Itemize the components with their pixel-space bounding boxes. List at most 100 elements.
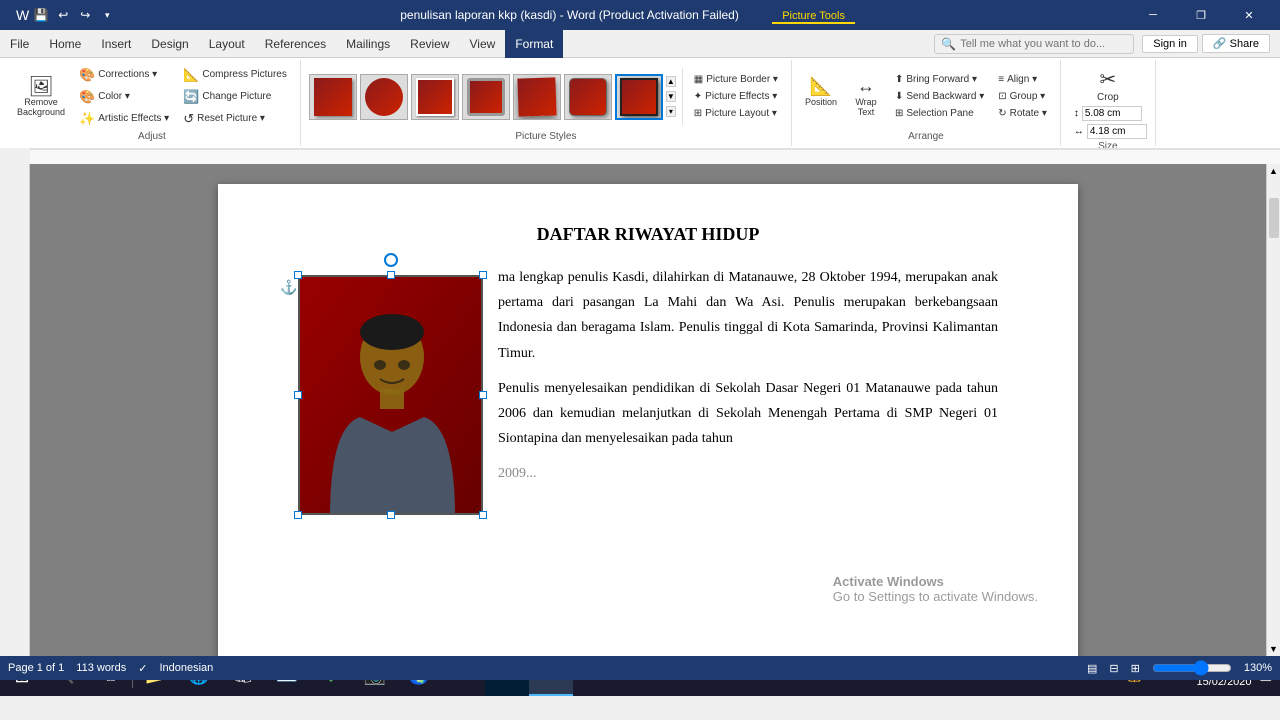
- search-icon: 🔍: [941, 37, 956, 51]
- send-backward-btn[interactable]: ⬇ Send Backward ▾: [890, 89, 989, 104]
- tab-review[interactable]: Review: [400, 30, 459, 58]
- status-bar: Page 1 of 1 113 words ✓ Indonesian ▤ ⊟ ⊞…: [0, 656, 1280, 680]
- document-page: DAFTAR RIWAYAT HIDUP ⚓ ≡: [218, 184, 1078, 656]
- picture-layout-btn[interactable]: ⊞ Picture Layout ▾: [689, 106, 783, 121]
- corrections-btn[interactable]: 🎨 Corrections ▾: [74, 65, 174, 85]
- pic-effects-icon: ✦: [694, 91, 702, 102]
- zoom-slider[interactable]: [1152, 660, 1232, 676]
- style-thumb-3[interactable]: [411, 74, 459, 120]
- crop-btn[interactable]: ✂ Crop: [1085, 64, 1130, 106]
- color-btn[interactable]: 🎨 Color ▾: [74, 87, 174, 107]
- search-input[interactable]: [960, 38, 1127, 50]
- adjust-buttons: 🖼 Remove Background 🎨 Corrections ▾ 🎨 Co…: [12, 64, 292, 129]
- search-bar[interactable]: 🔍: [934, 34, 1134, 54]
- ribbon-content: 🖼 Remove Background 🎨 Corrections ▾ 🎨 Co…: [0, 58, 1280, 148]
- arrange-label: Arrange: [908, 129, 944, 142]
- anchor-icon: ⚓: [280, 279, 297, 296]
- undo-btn[interactable]: ↩: [53, 5, 73, 25]
- handle-top-right[interactable]: [479, 271, 487, 279]
- reset-icon: ↺: [183, 111, 194, 127]
- crop-icon: ✂: [1099, 67, 1116, 92]
- document-area[interactable]: DAFTAR RIWAYAT HIDUP ⚓ ≡: [30, 164, 1266, 656]
- scroll-up-btn[interactable]: ▲: [1267, 164, 1280, 178]
- handle-mid-left[interactable]: [294, 391, 302, 399]
- reset-picture-btn[interactable]: ↺ Reset Picture ▾: [178, 109, 292, 129]
- handle-mid-right[interactable]: [479, 391, 487, 399]
- style-thumb-7[interactable]: [615, 74, 663, 120]
- group-btn[interactable]: ⊡ Group ▾: [993, 89, 1052, 104]
- title-bar: W 💾 ↩ ↪ ▾ penulisan laporan kkp (kasdi) …: [0, 0, 1280, 30]
- wrap-icon: ↔: [857, 76, 875, 97]
- style-down-btn[interactable]: ▼: [666, 91, 676, 102]
- scroll-thumb[interactable]: [1269, 198, 1279, 238]
- wrap-text-btn[interactable]: ↔ Wrap Text: [846, 73, 886, 120]
- width-icon: ↔: [1074, 126, 1084, 137]
- adjust-col-right2: 📐 Compress Pictures 🔄 Change Picture ↺ R…: [178, 65, 292, 129]
- tab-mailings[interactable]: Mailings: [336, 30, 400, 58]
- picture-effects-btn[interactable]: ✦ Picture Effects ▾: [689, 89, 783, 104]
- arrange-inner: 📐 Position ↔ Wrap Text ⬆ Bring Forward ▾…: [800, 64, 1052, 129]
- compress-btn[interactable]: 📐 Compress Pictures: [178, 65, 292, 85]
- style-thumb-6[interactable]: [564, 74, 612, 120]
- artistic-icon: ✨: [79, 111, 95, 127]
- height-icon: ↕: [1074, 108, 1079, 119]
- tab-view[interactable]: View: [460, 30, 506, 58]
- share-btn[interactable]: 🔗 Share: [1202, 34, 1270, 53]
- ribbon-group-crop: ✂ Crop ↕ ↔ Size: [1061, 60, 1156, 146]
- artistic-effects-btn[interactable]: ✨ Artistic Effects ▾: [74, 109, 174, 129]
- picture-styles-inner: ▲ ▼ ▾ ▦ Picture Border ▾ ✦ Picture Effec…: [309, 64, 783, 129]
- style-more-btn[interactable]: ▾: [666, 106, 676, 117]
- activate-line1: Activate Windows: [833, 574, 1038, 589]
- sign-in-btn[interactable]: Sign in: [1142, 35, 1198, 53]
- title-bar-left: W 💾 ↩ ↪ ▾: [8, 5, 125, 25]
- arrange-large-btns: 📐 Position ↔ Wrap Text: [800, 73, 886, 120]
- scroll-down-btn[interactable]: ▼: [1267, 642, 1280, 656]
- height-input[interactable]: [1082, 106, 1142, 121]
- style-thumb-1[interactable]: [309, 74, 357, 120]
- align-btn[interactable]: ≡ Align ▾: [993, 72, 1052, 87]
- view-read-btn[interactable]: ⊞: [1131, 662, 1140, 675]
- align-icon: ≡: [998, 74, 1004, 85]
- remove-background-btn[interactable]: 🖼 Remove Background: [12, 74, 70, 120]
- bring-forward-btn[interactable]: ⬆ Bring Forward ▾: [890, 72, 989, 87]
- restore-btn[interactable]: ❐: [1178, 0, 1224, 30]
- tab-design[interactable]: Design: [141, 30, 198, 58]
- style-thumb-2[interactable]: [360, 74, 408, 120]
- change-picture-btn[interactable]: 🔄 Change Picture: [178, 87, 292, 107]
- handle-top-left[interactable]: [294, 271, 302, 279]
- minimize-btn[interactable]: ─: [1130, 0, 1176, 30]
- picture-tools-indicator: Picture Tools: [772, 10, 855, 24]
- document-title: DAFTAR RIWAYAT HIDUP: [298, 224, 998, 245]
- tab-layout[interactable]: Layout: [199, 30, 255, 58]
- view-print-btn[interactable]: ▤: [1087, 662, 1097, 675]
- close-btn[interactable]: ✕: [1226, 0, 1272, 30]
- image-container[interactable]: ⚓ ≡: [298, 275, 483, 515]
- rotate-btn[interactable]: ↻ Rotate ▾: [993, 106, 1052, 121]
- handle-top-mid[interactable]: [387, 271, 395, 279]
- tab-references[interactable]: References: [255, 30, 336, 58]
- rotate-handle[interactable]: [384, 253, 398, 267]
- position-btn[interactable]: 📐 Position: [800, 73, 842, 120]
- ribbon-group-adjust: 🖼 Remove Background 🎨 Corrections ▾ 🎨 Co…: [4, 60, 301, 146]
- selection-pane-btn[interactable]: ⊞ Selection Pane: [890, 106, 989, 121]
- style-thumb-5[interactable]: [513, 74, 561, 120]
- view-web-btn[interactable]: ⊟: [1109, 662, 1118, 675]
- vertical-scrollbar[interactable]: ▲ ▼: [1266, 164, 1280, 656]
- tab-insert[interactable]: Insert: [91, 30, 141, 58]
- redo-btn[interactable]: ↪: [75, 5, 95, 25]
- style-up-btn[interactable]: ▲: [666, 76, 676, 87]
- handle-bot-left[interactable]: [294, 511, 302, 519]
- picture-border-btn[interactable]: ▦ Picture Border ▾: [689, 72, 783, 87]
- photo-image[interactable]: [298, 275, 483, 515]
- customize-btn[interactable]: ▾: [97, 5, 117, 25]
- quick-access-toolbar: W 💾 ↩ ↪ ▾: [8, 5, 125, 25]
- width-input[interactable]: [1087, 124, 1147, 139]
- tab-home[interactable]: Home: [39, 30, 91, 58]
- save-btn[interactable]: 💾: [31, 5, 51, 25]
- tab-file[interactable]: File: [0, 30, 39, 58]
- handle-bot-mid[interactable]: [387, 511, 395, 519]
- style-thumb-4[interactable]: [462, 74, 510, 120]
- tab-format[interactable]: Format: [505, 30, 563, 58]
- title-bar-title: penulisan laporan kkp (kasdi) - Word (Pr…: [125, 8, 1130, 22]
- handle-bot-right[interactable]: [479, 511, 487, 519]
